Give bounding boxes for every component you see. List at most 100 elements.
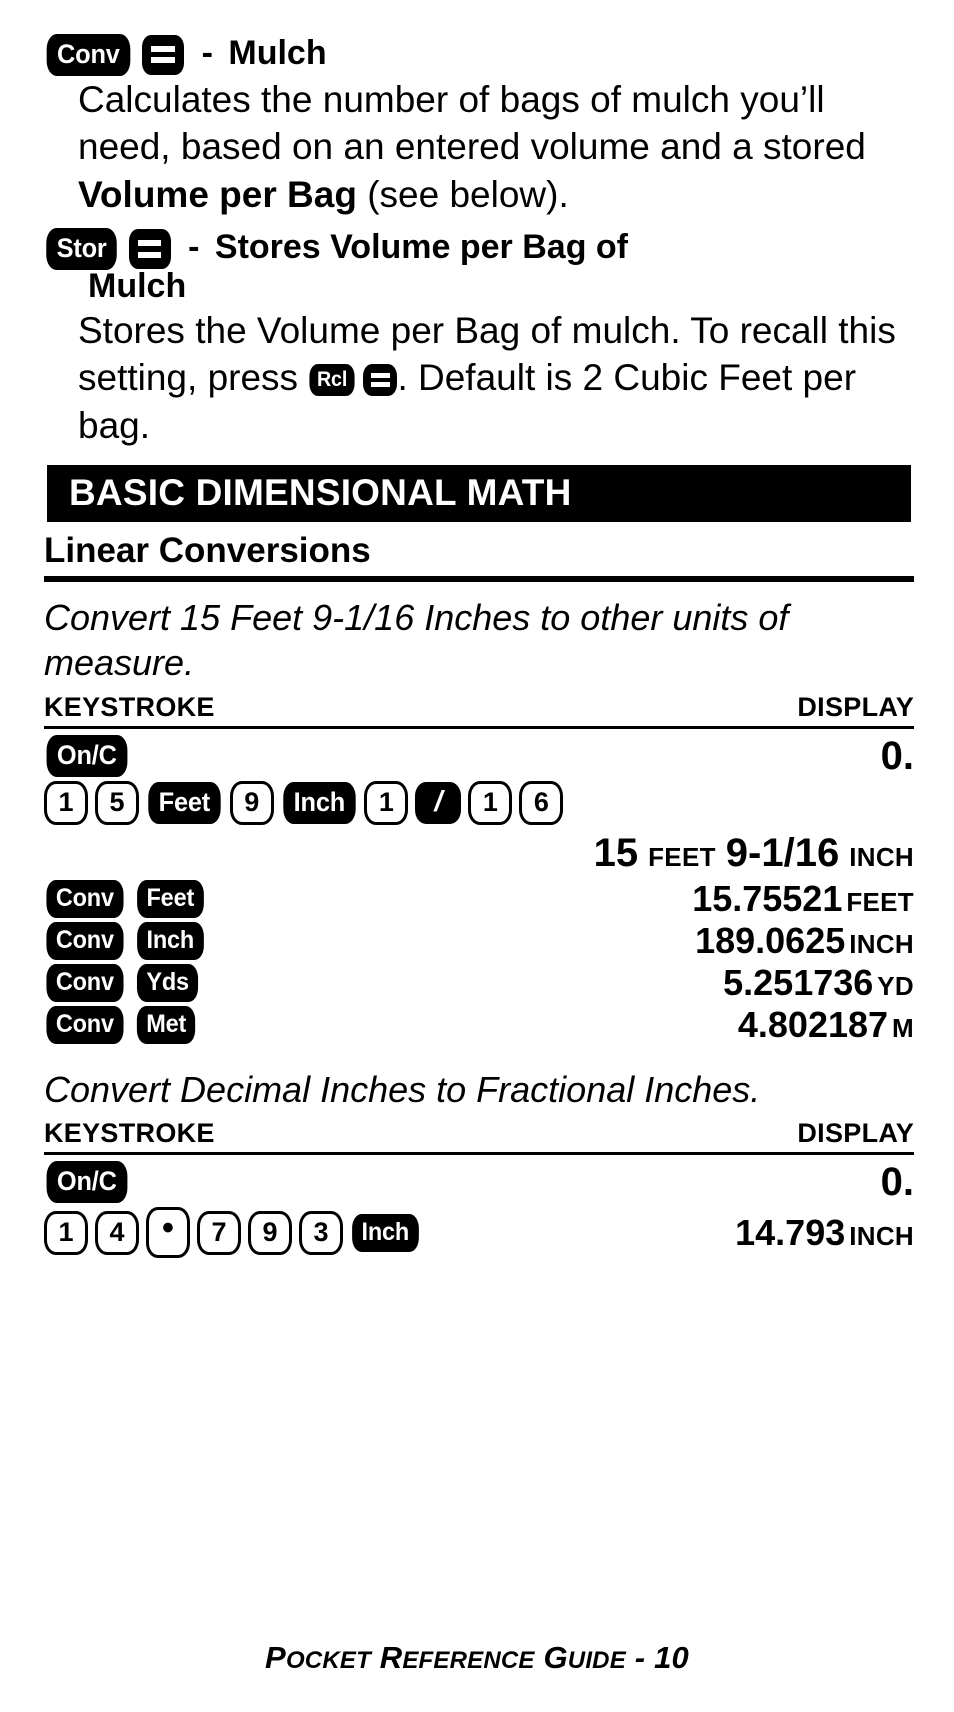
- key-4[interactable]: 4: [95, 1210, 139, 1255]
- key-conv[interactable]: Conv: [46, 1005, 124, 1044]
- display-unit-feet: FEET: [648, 841, 716, 872]
- display-cell: 15 FEET 9-1/16 INCH: [44, 833, 914, 873]
- entry-store-heading: Stor - Stores Volume per Bag of: [44, 228, 914, 271]
- key-yds[interactable]: Yds: [136, 963, 198, 1002]
- equals-icon[interactable]: [142, 35, 185, 76]
- table-row: 1 5 Feet 9 Inch 1 / 1 6 15 FEET 9-1/16 I…: [44, 780, 914, 873]
- display-value-feet: 15: [593, 830, 639, 875]
- entry-store-body: Stores the Volume per Bag of mulch. To r…: [44, 307, 914, 449]
- keystroke-cell: On/C: [44, 1161, 130, 1203]
- key-onc[interactable]: On/C: [46, 1161, 128, 1203]
- table-row: On/C 0.: [44, 734, 914, 777]
- table-row: Conv Inch 189.0625 INCH: [44, 921, 914, 961]
- example-section-2: Convert Decimal Inches to Fractional Inc…: [44, 1067, 914, 1258]
- key-7[interactable]: 7: [197, 1210, 241, 1255]
- table-row: Conv Yds 5.251736 YD: [44, 963, 914, 1003]
- key-conv[interactable]: Conv: [46, 963, 124, 1002]
- display-unit: YD: [877, 970, 914, 1001]
- key-feet[interactable]: Feet: [148, 781, 221, 824]
- key-1[interactable]: 1: [468, 780, 513, 825]
- table-row: Conv Feet 15.75521 FEET: [44, 879, 914, 919]
- equals-icon[interactable]: [363, 364, 398, 397]
- table-row: 1 4 • 7 9 3 Inch 14.793 INCH: [44, 1207, 914, 1258]
- footer-p: P: [265, 1640, 286, 1675]
- display-value: 0.: [880, 1160, 914, 1204]
- display-cell: 14.793 INCH: [421, 1211, 914, 1253]
- keystroke-cell: On/C: [44, 734, 130, 777]
- table-row: Conv Met 4.802187 M: [44, 1005, 914, 1045]
- equals-icon[interactable]: [128, 229, 171, 270]
- task-description: Convert Decimal Inches to Fractional Inc…: [44, 1068, 761, 1110]
- display-value: 14.793: [735, 1211, 846, 1253]
- keystroke-cell: Conv Inch: [44, 921, 205, 960]
- keystroke-cell: 1 5 Feet 9 Inch 1 / 1 6: [44, 780, 914, 825]
- entry-dash: -: [188, 228, 200, 267]
- entry-title-line2: Mulch: [88, 267, 187, 306]
- entry-store-volume: Stor - Stores Volume per Bag of Mulch St…: [44, 228, 914, 449]
- display-value: 15.75521: [692, 877, 843, 919]
- key-decimal-point[interactable]: •: [146, 1207, 190, 1258]
- table-row: On/C 0.: [44, 1161, 914, 1203]
- display-cell: 0.: [130, 736, 914, 776]
- footer-ocket: OCKET: [285, 1647, 371, 1674]
- key-5[interactable]: 5: [95, 780, 139, 825]
- entry-dash: -: [201, 34, 213, 72]
- key-rcl[interactable]: Rcl: [309, 364, 355, 397]
- key-met[interactable]: Met: [136, 1005, 196, 1044]
- page-footer: POCKET REFERENCE GUIDE - 10: [0, 1640, 954, 1676]
- entry-title: Stores Volume per Bag of: [214, 228, 629, 267]
- entry-body-post: (see below).: [356, 173, 569, 215]
- footer-page-number: - 10: [625, 1640, 689, 1675]
- footer-g: G: [534, 1640, 568, 1675]
- display-value: 189.0625: [695, 919, 846, 961]
- display-cell: 15.75521 FEET: [205, 877, 914, 919]
- key-conv[interactable]: Conv: [46, 879, 124, 918]
- subsection-heading: Linear Conversions: [44, 532, 914, 582]
- footer-r: R: [370, 1640, 403, 1675]
- footer-eference: EFERENCE: [402, 1647, 535, 1674]
- display-value-inch: 9-1/16: [725, 830, 840, 875]
- page: Conv - Mulch Calculates the number of ba…: [0, 0, 954, 1712]
- example-section-1: Convert 15 Feet 9-1/16 Inches to other u…: [44, 595, 914, 1045]
- key-9[interactable]: 9: [229, 780, 274, 825]
- display-cell: 189.0625 INCH: [205, 919, 914, 961]
- key-9[interactable]: 9: [248, 1210, 292, 1255]
- keystroke-cell: Conv Met: [44, 1005, 197, 1044]
- key-3[interactable]: 3: [299, 1210, 343, 1255]
- col-keystroke-label: KEYSTROKE: [44, 1118, 215, 1148]
- key-onc[interactable]: On/C: [46, 734, 128, 777]
- entry-title: Mulch: [228, 34, 327, 72]
- entry-body-bold: Volume per Bag: [78, 173, 357, 215]
- keystroke-cell: 1 4 • 7 9 3 Inch: [44, 1207, 421, 1258]
- col-display-label: DISPLAY: [797, 1118, 914, 1148]
- display-unit-inch: INCH: [849, 841, 914, 872]
- display-cell: 5.251736 YD: [200, 964, 914, 1001]
- key-6[interactable]: 6: [519, 780, 564, 825]
- display-value: 4.802187: [737, 1003, 889, 1045]
- col-keystroke-label: KEYSTROKE: [44, 691, 215, 722]
- key-1[interactable]: 1: [44, 780, 88, 825]
- section-banner: BASIC DIMENSIONAL MATH: [47, 464, 911, 523]
- key-conv[interactable]: Conv: [46, 921, 124, 960]
- display-unit: M: [892, 1012, 914, 1043]
- table-header: KEYSTROKE DISPLAY: [44, 1118, 914, 1155]
- key-inch[interactable]: Inch: [136, 921, 204, 960]
- footer-uide: UIDE: [567, 1647, 626, 1674]
- display-unit: FEET: [846, 886, 914, 917]
- display-unit: INCH: [849, 928, 914, 959]
- key-inch[interactable]: Inch: [352, 1213, 419, 1252]
- key-1[interactable]: 1: [364, 780, 409, 825]
- key-1[interactable]: 1: [44, 1210, 88, 1255]
- display-value: 0.: [880, 733, 914, 778]
- col-display-label: DISPLAY: [797, 691, 914, 722]
- key-inch[interactable]: Inch: [283, 781, 356, 824]
- entry-mulch-heading: Conv - Mulch: [44, 34, 914, 77]
- key-stor[interactable]: Stor: [46, 228, 117, 271]
- key-feet[interactable]: Feet: [136, 879, 204, 918]
- entry-mulch: Conv - Mulch Calculates the number of ba…: [44, 34, 914, 218]
- key-conv[interactable]: Conv: [46, 34, 131, 77]
- entry-mulch-body: Calculates the number of bags of mulch y…: [44, 76, 914, 218]
- key-divide[interactable]: /: [415, 781, 462, 824]
- display-cell: 0.: [130, 1162, 914, 1202]
- task-description: Convert 15 Feet 9-1/16 Inches to other u…: [44, 596, 789, 684]
